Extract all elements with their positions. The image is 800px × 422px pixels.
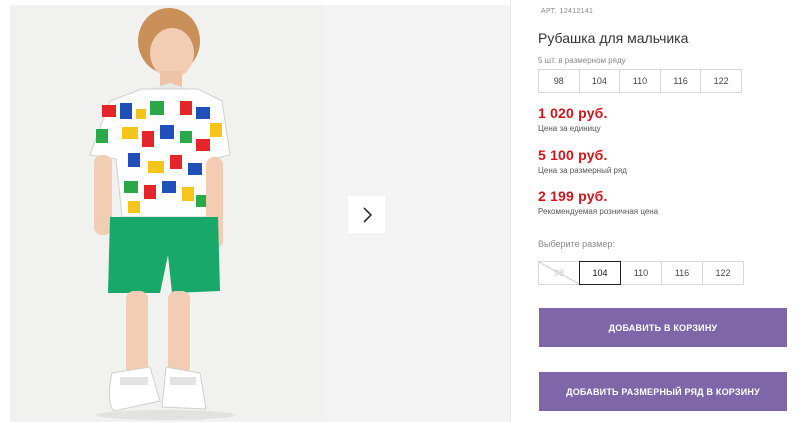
size-select-label: Выберите размер: [538,239,615,249]
price-unit: 1 020 руб. Цена за единицу [538,105,608,133]
pack-size-row: 98 104 110 116 122 [538,69,742,93]
boy-illustration [10,5,323,422]
sku-value: 12412141 [559,8,594,15]
price-value: 1 020 руб. [538,105,608,121]
size-option-98: 98 [538,261,580,285]
chevron-right-icon [362,206,372,223]
size-option-110[interactable]: 110 [620,261,662,285]
next-photo-button[interactable] [348,196,385,233]
pack-size-104: 104 [578,69,621,93]
sku-label: АРТ. [541,8,557,15]
price-label: Рекомендуемая розничная цена [538,207,659,216]
price-value: 5 100 руб. [538,147,608,163]
product-gallery [0,0,510,422]
price-pack: 5 100 руб. Цена за размерный ряд [538,147,627,175]
size-option-116[interactable]: 116 [661,261,703,285]
add-pack-to-cart-button[interactable]: ДОБАВИТЬ РАЗМЕРНЫЙ РЯД В КОРЗИНУ [539,372,787,411]
pack-size-122: 122 [700,69,742,93]
pack-sizes: 5 шт. в размерном ряду 98 104 110 116 12… [538,56,742,93]
price-retail: 2 199 руб. Рекомендуемая розничная цена [538,188,658,216]
size-option-label: 116 [674,268,690,278]
pack-size-116: 116 [659,69,702,93]
pack-size-98: 98 [538,69,580,93]
product-title: Рубашка для мальчика [538,30,689,46]
add-to-cart-button[interactable]: ДОБАВИТЬ В КОРЗИНУ [539,308,787,347]
unavailable-strike-icon [539,262,579,284]
pack-size-110: 110 [619,69,661,93]
size-option-122[interactable]: 122 [702,261,744,285]
size-option-label: 104 [592,268,608,278]
price-label: Цена за единицу [538,124,601,133]
pack-hint: 5 шт. в размерном ряду [538,56,626,65]
size-option-label: 122 [715,268,731,278]
price-value: 2 199 руб. [538,188,608,204]
size-selector: 98 104 110 116 122 [538,261,744,285]
product-photo[interactable] [10,5,323,422]
price-label: Цена за размерный ряд [538,166,627,175]
vertical-divider [510,0,511,422]
size-option-label: 110 [633,268,649,278]
size-option-104[interactable]: 104 [579,261,621,285]
sku: АРТ. 12412141 [538,8,593,15]
